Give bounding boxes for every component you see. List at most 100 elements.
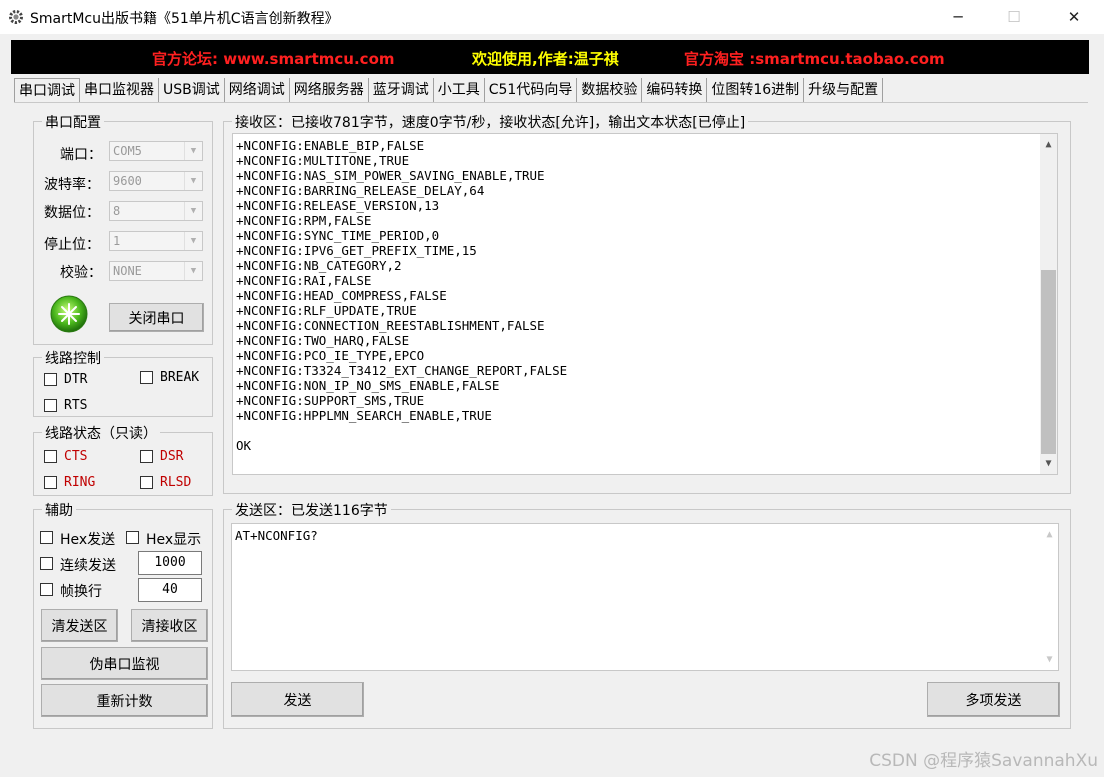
tab-c51-wizard[interactable]: C51代码向导 xyxy=(485,78,578,102)
tab-upgrade-config[interactable]: 升级与配置 xyxy=(804,78,884,102)
dsr-label: DSR xyxy=(160,449,184,464)
chevron-down-icon: ▼ xyxy=(184,142,202,160)
break-checkbox[interactable] xyxy=(140,371,153,384)
chevron-down-icon: ▼ xyxy=(184,262,202,280)
line-status-title: 线路状态（只读） xyxy=(42,423,160,443)
reset-count-button[interactable]: 重新计数 xyxy=(41,684,208,717)
continuous-send-checkbox[interactable] xyxy=(40,557,53,570)
continuous-send-label: 连续发送 xyxy=(60,558,116,574)
parity-label: 校验： xyxy=(60,265,102,281)
chevron-down-icon: ▼ xyxy=(184,202,202,220)
receive-line: +NCONFIG:RLF_UPDATE,TRUE xyxy=(236,303,417,318)
receive-line: +NCONFIG:HEAD_COMPRESS,FALSE xyxy=(236,288,447,303)
receive-line: +NCONFIG:NAS_SIM_POWER_SAVING_ENABLE,TRU… xyxy=(236,168,545,183)
dsr-checkbox xyxy=(140,450,153,463)
dtr-label: DTR xyxy=(64,372,88,387)
tab-page-border xyxy=(14,102,1088,103)
send-scrollbar[interactable]: ▲ ▼ xyxy=(1041,524,1058,670)
stopbits-select[interactable]: 1 ▼ xyxy=(109,231,203,251)
rlsd-checkbox xyxy=(140,476,153,489)
frame-interval-input[interactable]: 40 xyxy=(138,578,202,602)
scroll-down-icon[interactable]: ▼ xyxy=(1041,651,1058,668)
tab-bluetooth-debug[interactable]: 蓝牙调试 xyxy=(369,78,434,102)
shop-link[interactable]: 官方淘宝 :smartmcu.taobao.com xyxy=(684,48,945,69)
tab-tools[interactable]: 小工具 xyxy=(434,78,485,102)
receive-line: +NCONFIG:CONNECTION_REESTABLISHMENT,FALS… xyxy=(236,318,545,333)
close-button[interactable]: ✕ xyxy=(1046,0,1102,34)
receive-line: OK xyxy=(236,438,252,453)
aux-title: 辅助 xyxy=(42,500,76,520)
rts-label: RTS xyxy=(64,398,88,413)
tab-network-server[interactable]: 网络服务器 xyxy=(290,78,369,102)
close-port-button[interactable]: 关闭串口 xyxy=(109,303,204,332)
pseudo-monitor-button[interactable]: 伪串口监视 xyxy=(41,647,208,680)
tab-bitmap-hex[interactable]: 位图转16进制 xyxy=(707,78,805,102)
tab-serial-monitor[interactable]: 串口监视器 xyxy=(80,78,159,102)
cts-checkbox xyxy=(44,450,57,463)
dtr-checkbox[interactable] xyxy=(44,373,57,386)
hex-show-checkbox[interactable] xyxy=(126,531,139,544)
send-button[interactable]: 发送 xyxy=(231,682,364,717)
tab-network-debug[interactable]: 网络调试 xyxy=(225,78,290,102)
databits-select[interactable]: 8 ▼ xyxy=(109,201,203,221)
rts-checkbox[interactable] xyxy=(44,399,57,412)
receive-textarea[interactable]: +NCONFIG:ENABLE_BIP,FALSE +NCONFIG:MULTIT… xyxy=(232,133,1058,475)
baud-select[interactable]: 9600 ▼ xyxy=(109,171,203,191)
scroll-down-icon[interactable]: ▼ xyxy=(1040,455,1057,472)
multi-send-button[interactable]: 多项发送 xyxy=(927,682,1060,717)
maximize-button[interactable]: ☐ xyxy=(986,0,1042,34)
send-textarea[interactable]: AT+NCONFIG? ▲ ▼ xyxy=(231,523,1059,671)
tab-usb-debug[interactable]: USB调试 xyxy=(159,78,225,102)
ring-checkbox xyxy=(44,476,57,489)
baud-label: 波特率： xyxy=(44,177,100,193)
minimize-button[interactable]: ─ xyxy=(930,0,986,34)
receive-line: +NCONFIG:T3324_T3412_EXT_CHANGE_REPORT,F… xyxy=(236,363,568,378)
serial-config-title: 串口配置 xyxy=(42,112,104,132)
clear-recv-button[interactable]: 清接收区 xyxy=(131,609,208,642)
receive-line: +NCONFIG:BARRING_RELEASE_DELAY,64 xyxy=(236,183,485,198)
tab-checksum[interactable]: 数据校验 xyxy=(577,78,643,102)
scroll-up-icon[interactable]: ▲ xyxy=(1040,136,1057,153)
hex-send-label: Hex发送 xyxy=(60,532,116,548)
frame-newline-checkbox[interactable] xyxy=(40,583,53,596)
scroll-thumb[interactable] xyxy=(1041,270,1056,454)
receive-line: +NCONFIG:TWO_HARQ,FALSE xyxy=(236,333,410,348)
send-text: AT+NCONFIG? xyxy=(235,528,318,543)
welcome-text: 欢迎使用,作者:温子祺 xyxy=(472,50,619,68)
tab-serial-debug[interactable]: 串口调试 xyxy=(14,78,80,103)
receive-line: +NCONFIG:HPPLMN_SEARCH_ENABLE,TRUE xyxy=(236,408,492,423)
receive-line: +NCONFIG:NON_IP_NO_SMS_ENABLE,FALSE xyxy=(236,378,500,393)
receive-status-title: 接收区：已接收781字节，速度0字节/秒，接收状态[允许]，输出文本状态[已停止… xyxy=(232,112,749,132)
frame-newline-label: 帧换行 xyxy=(60,584,102,600)
tab-bar: 串口调试 串口监视器 USB调试 网络调试 网络服务器 蓝牙调试 小工具 C51… xyxy=(14,78,884,103)
send-status-title: 发送区：已发送116字节 xyxy=(232,500,391,520)
promo-banner: 官方论坛: www.smartmcu.com 欢迎使用,作者:温子祺 官方淘宝 … xyxy=(11,40,1089,74)
receive-line: +NCONFIG:MULTITONE,TRUE xyxy=(236,153,410,168)
databits-label: 数据位： xyxy=(44,205,100,221)
forum-link[interactable]: 官方论坛: www.smartmcu.com xyxy=(152,48,395,69)
continuous-interval-input[interactable]: 1000 xyxy=(138,551,202,575)
receive-text: +NCONFIG:ENABLE_BIP,FALSE +NCONFIG:MULTIT… xyxy=(236,138,567,453)
tab-encoding[interactable]: 编码转换 xyxy=(642,78,708,102)
window-title: SmartMcu出版书籍《51单片机C语言创新教程》 xyxy=(30,11,339,27)
app-gear-icon[interactable] xyxy=(8,9,24,25)
receive-line: +NCONFIG:IPV6_GET_PREFIX_TIME,15 xyxy=(236,243,477,258)
receive-line: +NCONFIG:SUPPORT_SMS,TRUE xyxy=(236,393,425,408)
stopbits-label: 停止位： xyxy=(44,237,100,253)
parity-value: NONE xyxy=(113,264,142,278)
port-value: COM5 xyxy=(113,144,142,158)
receive-line: +NCONFIG:ENABLE_BIP,FALSE xyxy=(236,138,425,153)
hex-send-checkbox[interactable] xyxy=(40,531,53,544)
clear-send-button[interactable]: 清发送区 xyxy=(41,609,118,642)
scroll-up-icon[interactable]: ▲ xyxy=(1041,526,1058,543)
receive-line: +NCONFIG:RELEASE_VERSION,13 xyxy=(236,198,440,213)
ring-label: RING xyxy=(64,475,96,490)
receive-line: +NCONFIG:RPM,FALSE xyxy=(236,213,372,228)
watermark-text: CSDN @程序猿SavannahXu xyxy=(869,751,1098,771)
receive-scrollbar[interactable]: ▲ ▼ xyxy=(1040,134,1057,474)
rlsd-label: RLSD xyxy=(160,475,192,490)
port-select[interactable]: COM5 ▼ xyxy=(109,141,203,161)
parity-select[interactable]: NONE ▼ xyxy=(109,261,203,281)
port-label: 端口： xyxy=(60,147,102,163)
stopbits-value: 1 xyxy=(113,234,121,248)
